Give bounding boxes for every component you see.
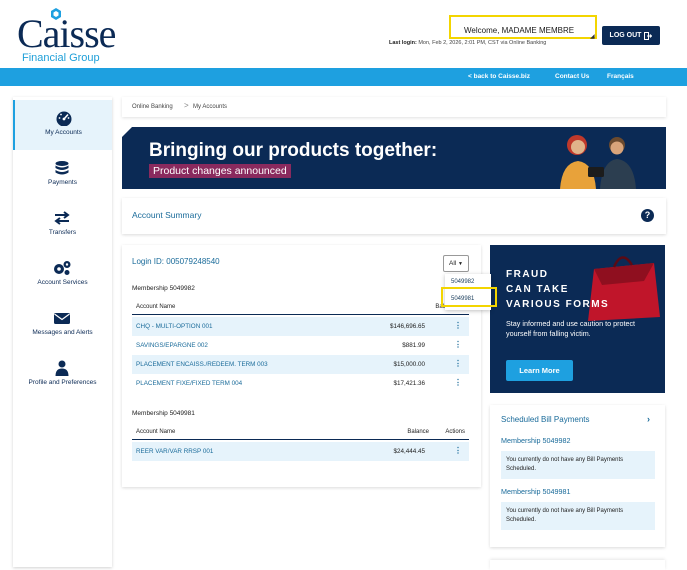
sidebar-item-label: Transfers (48, 229, 77, 236)
account-summary-title: Account Summary (132, 210, 202, 220)
account-name-link[interactable]: CHQ - MULTI-OPTION 001 (136, 323, 213, 330)
promo-headline-3: VARIOUS FORMS (506, 299, 610, 310)
accounts-table-header: Account Name Balance Actions (132, 426, 469, 440)
scheduled-bills-title[interactable]: Scheduled Bill Payments (501, 415, 590, 424)
bills-empty-message: You currently do not have any Bill Payme… (506, 457, 624, 472)
bills-empty-message: You currently do not have any Bill Payme… (506, 508, 624, 523)
last-login-value: Mon, Feb 2, 2026, 2:01 PM, CST via Onlin… (418, 40, 547, 46)
promo-headline-2: CAN TAKE (506, 284, 569, 295)
table-row[interactable]: PLACEMENT ENCAISS./REDEEM. TERM 003 $15,… (132, 355, 469, 374)
scheduled-bills-card: Scheduled Bill Payments › Membership 504… (490, 405, 665, 547)
account-balance: $146,696.65 (389, 323, 425, 330)
breadcrumb-online-banking[interactable]: Online Banking (132, 104, 173, 110)
logout-button[interactable]: LOG OUT (602, 26, 660, 45)
promo-banner[interactable]: Bringing our products together: Product … (122, 127, 666, 189)
logout-label: LOG OUT (609, 32, 642, 39)
account-balance: $17,421.36 (393, 380, 425, 387)
col-balance: Balance (407, 429, 429, 435)
table-row[interactable]: SAVINGS/EPARGNE 002 $881.99 ⋮ (132, 336, 469, 355)
banner-title: Bringing our products together: (149, 140, 438, 161)
welcome-message[interactable]: Welcome, MADAME MEMBRE (464, 26, 574, 35)
logo-text: Caisse (17, 11, 116, 56)
gift-bag-image (588, 256, 660, 321)
account-balance: $24,444.45 (393, 448, 425, 455)
accounts-table-header: Account Name Balance (132, 301, 469, 315)
filter-option-5049982[interactable]: 5049982 (451, 279, 474, 285)
bills-membership-title: Membership 5049981 (501, 487, 571, 496)
caisse-logo[interactable]: Caisse Financial Group (17, 8, 116, 64)
coins-icon (55, 161, 69, 175)
sidebar: My Accounts Payments Transfers Account S… (13, 97, 112, 567)
bills-empty-message-box: You currently do not have any Bill Payme… (501, 502, 655, 530)
bills-membership-title: Membership 5049982 (501, 436, 571, 445)
row-actions-menu-icon[interactable]: ⋮ (454, 340, 462, 349)
sidebar-item-my-accounts[interactable]: My Accounts (13, 100, 112, 150)
person-icon (55, 360, 69, 376)
membership-filter-select[interactable]: All ▼ (443, 255, 469, 272)
membership-title: Membership 5049982 (132, 285, 195, 292)
back-to-caisse-link[interactable]: < back to Caisse.biz (468, 73, 530, 80)
row-actions-menu-icon[interactable]: ⋮ (454, 321, 462, 330)
account-summary-header: Account Summary ? (122, 198, 666, 234)
sidebar-item-label: Payments (48, 179, 77, 186)
sidebar-item-label: Profile and Preferences (28, 379, 97, 386)
contact-us-link[interactable]: Contact Us (555, 73, 589, 80)
sidebar-item-messages-alerts[interactable]: Messages and Alerts (13, 300, 112, 350)
sidebar-item-label: Account Services (37, 279, 88, 286)
table-row[interactable]: CHQ - MULTI-OPTION 001 $146,696.65 ⋮ (132, 317, 469, 336)
row-actions-menu-icon[interactable]: ⋮ (454, 359, 462, 368)
col-account-name: Account Name (136, 304, 176, 310)
sidebar-item-payments[interactable]: Payments (13, 150, 112, 200)
filter-label: All (449, 260, 457, 267)
account-balance: $15,000.00 (393, 361, 425, 368)
last-login: Last login: Mon, Feb 2, 2026, 2:01 PM, C… (389, 40, 546, 46)
account-name-link[interactable]: SAVINGS/EPARGNE 002 (136, 342, 208, 349)
logo-subtitle: Financial Group (22, 52, 100, 64)
help-icon[interactable]: ? (641, 209, 654, 222)
banner-corner (122, 127, 132, 137)
learn-more-button[interactable]: Learn More (506, 360, 573, 381)
account-name-link[interactable]: REER VAR/VAR RRSP 001 (136, 448, 213, 455)
fraud-promo-card[interactable]: FRAUD CAN TAKE VARIOUS FORMS Stay inform… (490, 245, 665, 393)
envelope-icon (54, 313, 70, 324)
welcome-dropdown-icon[interactable]: ◢ (590, 33, 595, 40)
last-login-label: Last login: (389, 40, 417, 46)
col-actions: Actions (445, 429, 465, 435)
filter-option-highlight (441, 287, 497, 307)
language-link[interactable]: Français (607, 73, 634, 80)
bills-empty-message-box: You currently do not have any Bill Payme… (501, 451, 655, 479)
sidebar-item-account-services[interactable]: Account Services (13, 250, 112, 300)
table-row[interactable]: REER VAR/VAR RRSP 001 $24,444.45 ⋮ (132, 442, 469, 461)
breadcrumb: Online Banking > My Accounts (122, 97, 666, 117)
row-actions-menu-icon[interactable]: ⋮ (454, 378, 462, 387)
membership-title: Membership 5049981 (132, 410, 195, 417)
logout-icon (644, 31, 653, 40)
chevron-right-icon[interactable]: › (647, 414, 650, 424)
promo-body: Stay informed and use caution to protect… (506, 319, 636, 338)
col-account-name: Account Name (136, 429, 176, 435)
banner-subtitle: Product changes announced (149, 164, 291, 178)
breadcrumb-separator: > (184, 101, 189, 110)
breadcrumb-current: My Accounts (193, 104, 228, 110)
account-name-link[interactable]: PLACEMENT ENCAISS./REDEEM. TERM 003 (136, 361, 268, 368)
gauge-icon (56, 111, 72, 126)
account-name-link[interactable]: PLACEMENT FIXE/FIXED TERM 004 (136, 380, 242, 387)
login-id: Login ID: 005079248540 (132, 257, 220, 266)
sidebar-item-transfers[interactable]: Transfers (13, 200, 112, 250)
gears-icon (54, 261, 71, 275)
top-nav-bar: < back to Caisse.biz Contact Us Français (0, 68, 687, 86)
transfer-arrows-icon (54, 211, 70, 225)
banner-photo (522, 127, 666, 189)
sidebar-item-profile-preferences[interactable]: Profile and Preferences (13, 350, 112, 400)
sidebar-item-label: My Accounts (45, 129, 82, 136)
table-row[interactable]: PLACEMENT FIXE/FIXED TERM 004 $17,421.36… (132, 374, 469, 393)
sidebar-item-label: Messages and Alerts (32, 329, 93, 336)
next-card-edge (490, 560, 665, 570)
accounts-card: Login ID: 005079248540 All ▼ 5049982 504… (122, 245, 497, 487)
row-actions-menu-icon[interactable]: ⋮ (454, 446, 462, 455)
account-balance: $881.99 (402, 342, 425, 349)
chevron-down-icon: ▼ (458, 261, 463, 267)
header: Caisse Financial Group Welcome, MADAME M… (0, 0, 687, 68)
promo-headline-1: FRAUD (506, 269, 549, 280)
